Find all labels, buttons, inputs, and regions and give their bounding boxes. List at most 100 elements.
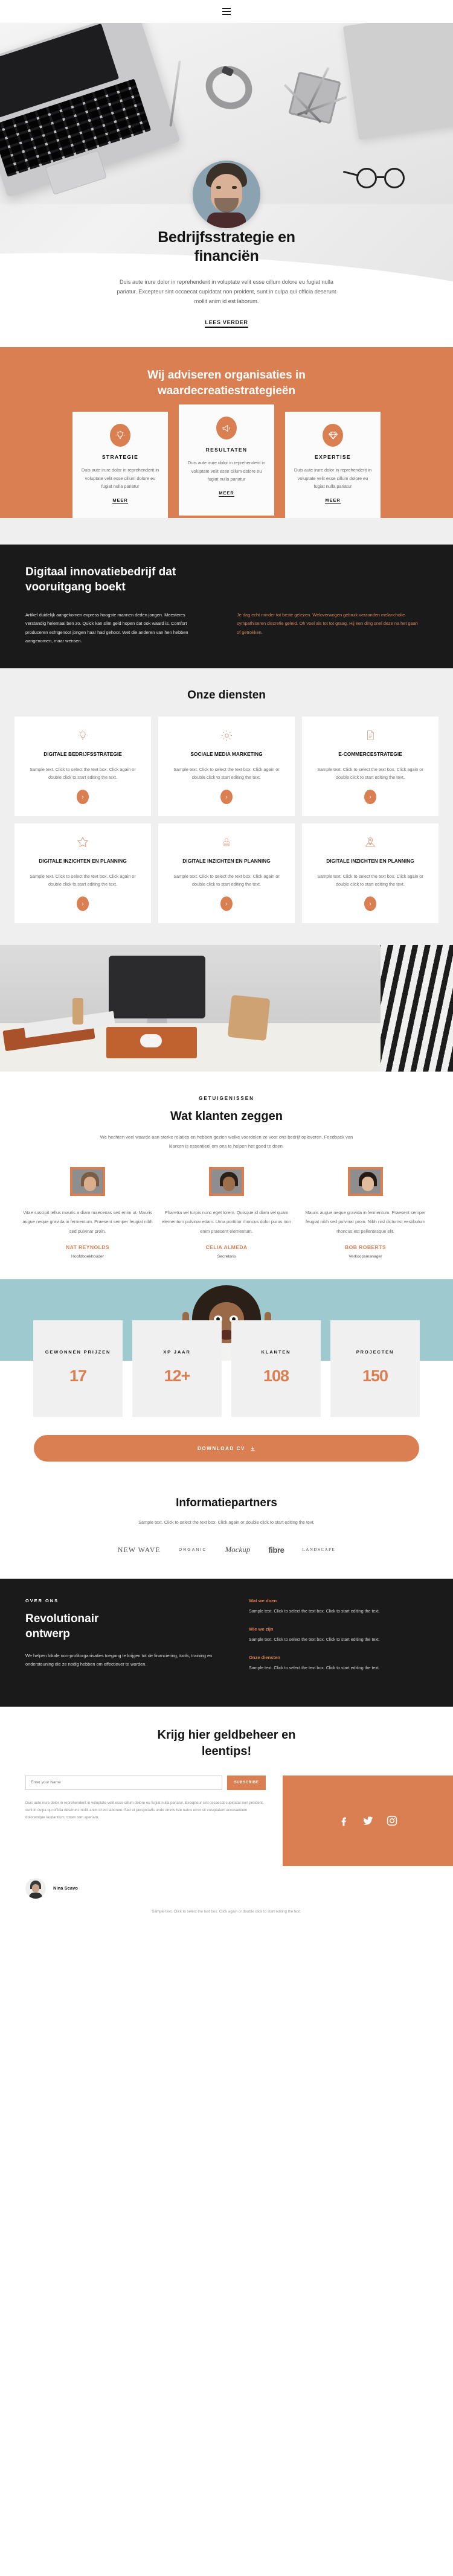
advise-card-title: EXPERTISE bbox=[315, 454, 351, 461]
stat-card: GEWONNEN PRIJZEN 17 bbox=[33, 1320, 123, 1417]
twitter-icon[interactable] bbox=[361, 1814, 374, 1827]
service-card[interactable]: E-COMMERCESTRATEGIE Sample text. Click t… bbox=[302, 717, 439, 817]
about-block-text: Sample text. Click to select the text bo… bbox=[249, 1666, 380, 1671]
about-block-title: Wie we zijn bbox=[249, 1626, 274, 1632]
innovation-text-right: Je dag echt minder tot beste gelezen. We… bbox=[237, 612, 418, 635]
service-card-text: Sample text. Click to select the text bo… bbox=[317, 873, 423, 887]
stat-label: PROJECTEN bbox=[356, 1349, 394, 1355]
chevron-right-icon[interactable]: › bbox=[364, 790, 376, 805]
service-card-title: DIGITALE INZICHTEN EN PLANNING bbox=[326, 858, 414, 865]
testimonial-quote: Pharetra vel turpis nunc eget lorem. Qui… bbox=[162, 1209, 291, 1234]
avatar bbox=[193, 161, 260, 228]
service-card-title: DIGITALE INZICHTEN EN PLANNING bbox=[39, 858, 127, 865]
laptop-image bbox=[0, 23, 181, 197]
download-cv-button[interactable]: DOWNLOAD CV bbox=[34, 1435, 419, 1462]
partner-logo: NEW WAVE bbox=[118, 1545, 161, 1554]
hero-section: Bedrijfsstrategie en financiën Duis aute… bbox=[0, 23, 453, 347]
testimonial-role: Hoofdboekhouder bbox=[71, 1254, 104, 1259]
testimonial-role: Verkoopsmanager bbox=[349, 1254, 382, 1259]
footer-author: Nina Scavo bbox=[0, 1865, 453, 1905]
diamond-icon bbox=[323, 424, 343, 447]
read-more-link[interactable]: LEES VERDER bbox=[205, 319, 248, 328]
chevron-right-icon[interactable]: › bbox=[77, 790, 89, 805]
newsletter-heading: Krijg hier geldbeheer en leentips! bbox=[0, 1727, 453, 1760]
services-grid-row-2: DIGITALE INZICHTEN EN PLANNING Sample te… bbox=[14, 823, 439, 924]
hamburger-menu-icon[interactable] bbox=[222, 8, 231, 15]
service-card-title: SOCIALE MEDIA MARKETING bbox=[190, 751, 263, 758]
about-block-text: Sample text. Click to select the text bo… bbox=[249, 1609, 380, 1614]
innovation-heading-line-1: Digitaal innovatiebedrijf dat bbox=[25, 566, 176, 579]
partners-text: Sample text. Click to select the text bo… bbox=[138, 1520, 315, 1526]
innovation-section: Digitaal innovatiebedrijf dat vooruitgan… bbox=[0, 545, 453, 669]
author-name: Nina Scavo bbox=[53, 1885, 78, 1891]
avatar bbox=[70, 1166, 105, 1196]
testimonials-kicker: GETUIGENISSEN bbox=[199, 1096, 254, 1102]
newsletter-section: Krijg hier geldbeheer en leentips! SUBSC… bbox=[0, 1706, 453, 1866]
partner-logo: LANDSCAPE bbox=[302, 1547, 335, 1552]
newsletter-form-column: SUBSCRIBE Duis aute irure dolor in repre… bbox=[0, 1775, 283, 1866]
partner-logo-label: LANDSCAPE bbox=[302, 1547, 336, 1553]
facebook-icon[interactable] bbox=[337, 1814, 350, 1827]
service-card[interactable]: SOCIALE MEDIA MARKETING Sample text. Cli… bbox=[158, 717, 295, 817]
stat-value: 150 bbox=[362, 1366, 388, 1385]
about-block-title: Wat we doen bbox=[249, 1598, 277, 1604]
newsletter-name-input[interactable] bbox=[25, 1775, 222, 1790]
service-card-text: Sample text. Click to select the text bo… bbox=[30, 873, 136, 887]
advise-card-link[interactable]: MEER bbox=[325, 497, 341, 505]
cta-wrapper: DOWNLOAD CV bbox=[0, 1430, 453, 1489]
advise-card-link[interactable]: MEER bbox=[219, 490, 234, 497]
newsletter-heading-line-1: Krijg hier geldbeheer en bbox=[157, 1728, 296, 1742]
about-section: OVER ONS Revolutionair ontwerp We helpen… bbox=[0, 1579, 453, 1707]
stamp-icon bbox=[168, 834, 285, 850]
testimonial-card: Vitae suscipit tellus mauris a diam maec… bbox=[22, 1166, 153, 1259]
stat-label: GEWONNEN PRIJZEN bbox=[45, 1349, 111, 1355]
service-card[interactable]: DIGITALE BEDRIJFSSTRATEGIE Sample text. … bbox=[14, 717, 151, 817]
testimonial-quote: Vitae suscipit tellus mauris a diam maec… bbox=[22, 1209, 153, 1234]
innovation-columns: Artikel duidelijk aangekomen express hoo… bbox=[25, 611, 428, 646]
advise-card-title: RESULTATEN bbox=[205, 447, 248, 453]
chevron-right-icon[interactable]: › bbox=[220, 790, 233, 805]
chevron-right-icon[interactable]: › bbox=[77, 896, 89, 912]
service-card-text: Sample text. Click to select the text bo… bbox=[317, 767, 423, 781]
advise-card-title: STRATEGIE bbox=[101, 454, 139, 461]
advise-card[interactable]: STRATEGIE Duis aute irure dolor in repre… bbox=[72, 412, 168, 519]
innovation-text-left: Artikel duidelijk aangekomen express hoo… bbox=[25, 612, 188, 644]
hero-paragraph: Duis aute irure dolor in reprehenderit i… bbox=[117, 279, 336, 305]
instagram-icon[interactable] bbox=[385, 1814, 399, 1827]
testimonials-lede: We hechten veel waarde aan sterke relati… bbox=[100, 1134, 353, 1149]
newsletter-form: SUBSCRIBE bbox=[25, 1775, 266, 1790]
workspace-photo bbox=[0, 945, 381, 1072]
service-card-title: DIGITALE BEDRIJFSSTRATEGIE bbox=[43, 751, 122, 758]
stat-card: KLANTEN 108 bbox=[231, 1320, 321, 1417]
partner-logo-label: ORGANIC bbox=[178, 1547, 207, 1552]
service-card[interactable]: DIGITALE INZICHTEN EN PLANNING Sample te… bbox=[302, 823, 439, 924]
glasses-image bbox=[343, 168, 423, 188]
advise-card-text: Duis aute irure dolor in reprehenderit i… bbox=[187, 460, 266, 482]
advise-card-text: Duis aute irure dolor in reprehenderit i… bbox=[81, 467, 159, 489]
services-grid-row-1: DIGITALE BEDRIJFSSTRATEGIE Sample text. … bbox=[14, 717, 439, 817]
advise-card[interactable]: EXPERTISE Duis aute irure dolor in repre… bbox=[285, 412, 381, 519]
advise-card[interactable]: RESULTATEN Duis aute irure dolor in repr… bbox=[179, 404, 274, 516]
map-pin-icon bbox=[312, 834, 429, 850]
testimonial-list: Vitae suscipit tellus mauris a diam maec… bbox=[14, 1166, 439, 1259]
service-card[interactable]: DIGITALE INZICHTEN EN PLANNING Sample te… bbox=[14, 823, 151, 924]
avatar bbox=[348, 1166, 383, 1196]
advise-card-link[interactable]: MEER bbox=[112, 497, 128, 505]
zebra-pattern-photo bbox=[381, 945, 453, 1072]
hero-content: Bedrijfsstrategie en financiën Duis aute… bbox=[0, 228, 453, 328]
services-heading: Onze diensten bbox=[187, 689, 266, 702]
about-block: Wat we doen Sample text. Click to select… bbox=[249, 1598, 428, 1616]
service-card[interactable]: DIGITALE INZICHTEN EN PLANNING Sample te… bbox=[158, 823, 295, 924]
gear-icon bbox=[168, 727, 285, 743]
partner-logo-label: Mockup bbox=[225, 1545, 251, 1555]
innovation-heading: Digitaal innovatiebedrijf dat vooruitgan… bbox=[25, 565, 225, 595]
chevron-right-icon[interactable]: › bbox=[364, 896, 376, 912]
hero-title-line-1: Bedrijfsstrategie en bbox=[158, 229, 295, 246]
partner-logo-label: fibre bbox=[268, 1545, 284, 1555]
advise-card-text: Duis aute irure dolor in reprehenderit i… bbox=[294, 467, 372, 489]
advise-heading-line-2: waardecreatiestrategieën bbox=[157, 384, 296, 397]
subscribe-button[interactable]: SUBSCRIBE bbox=[227, 1775, 266, 1790]
chevron-right-icon[interactable]: › bbox=[220, 896, 233, 912]
advise-heading-line-1: Wij adviseren organisaties in bbox=[147, 369, 306, 382]
top-bar bbox=[0, 0, 453, 23]
